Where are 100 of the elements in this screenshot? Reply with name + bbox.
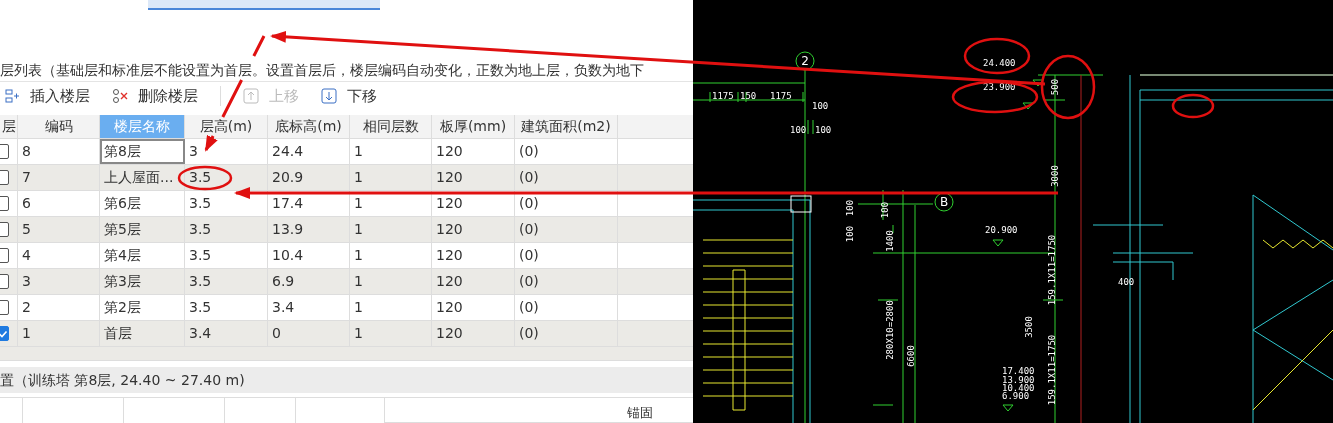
table-cell: 24.4 <box>268 139 350 164</box>
table-cell: 120 <box>432 191 515 216</box>
table-cell: 1 <box>350 191 432 216</box>
table-cell: 1 <box>350 139 432 164</box>
dimension-text: 100 <box>815 125 832 135</box>
annotation-circle <box>1171 93 1215 119</box>
column-header[interactable]: 板厚(mm) <box>432 115 515 138</box>
table-cell: 6 <box>18 191 100 216</box>
table-cell: (0) <box>515 217 618 242</box>
table-cell: 3.5 <box>185 295 268 320</box>
dimension-text: 159.1X11=1750 <box>1047 334 1057 406</box>
column-header[interactable]: 建筑面积(m2) <box>515 115 618 138</box>
table-cell: (0) <box>515 165 618 190</box>
table-cell: (0) <box>515 321 618 346</box>
table-cell: 13.9 <box>268 217 350 242</box>
table-cell: 0 <box>268 321 350 346</box>
description-text: 层列表（基础层和标准层不能设置为首层。设置首层后，楼层编码自动变化，正数为地上层，负数为地下 <box>0 60 645 80</box>
table-cell: 3 <box>185 139 268 164</box>
dimension-text: 6600 <box>906 345 916 367</box>
table-cell: 120 <box>432 269 515 294</box>
table-cell: 3.5 <box>185 243 268 268</box>
dimension-text: 150 <box>740 91 757 101</box>
elevation-text: 23.900 <box>983 82 1016 92</box>
table-cell: 3.4 <box>268 295 350 320</box>
table-cell: 1 <box>350 295 432 320</box>
table-cell: 第2层 <box>100 295 185 320</box>
table-cell: 17.4 <box>268 191 350 216</box>
dimension-text: 1175 <box>712 91 734 101</box>
dimension-text: 1175 <box>770 91 792 101</box>
elevation-text: 20.900 <box>985 225 1018 235</box>
table-cell: 3.4 <box>185 321 268 346</box>
table-cell: 1 <box>350 217 432 242</box>
table-cell: 第3层 <box>100 269 185 294</box>
table-cell: 5 <box>18 217 100 242</box>
dimension-text: 100 <box>812 101 829 111</box>
table-cell: 120 <box>432 217 515 242</box>
toolbar-button[interactable]: 下移 <box>317 84 381 108</box>
table-cell: 3.5 <box>185 165 268 190</box>
insert-icon <box>4 88 20 105</box>
table-cell: (0) <box>515 139 618 164</box>
dimension-text: 3000 <box>1050 165 1060 187</box>
table-cell: 第5层 <box>100 217 185 242</box>
elevation-text: 13.900 <box>1002 375 1035 385</box>
elevation-text: 24.400 <box>983 58 1016 68</box>
column-header[interactable]: 相同层数 <box>350 115 432 138</box>
elevation-text: 10.400 <box>1002 383 1035 393</box>
axis-label: B <box>939 195 949 209</box>
toolbar-button[interactable]: 删除楼层 <box>108 84 202 108</box>
dimension-text: 100 <box>845 199 855 217</box>
table-cell: 2 <box>18 295 100 320</box>
table-cell: 3.5 <box>185 191 268 216</box>
elevation-text: 6.900 <box>1002 391 1030 401</box>
delete-icon <box>112 88 128 105</box>
table-cell: 第6层 <box>100 191 185 216</box>
table-cell: 首层 <box>100 321 185 346</box>
table-cell: 20.9 <box>268 165 350 190</box>
column-header[interactable]: 层 <box>0 115 18 138</box>
table-cell: (0) <box>515 191 618 216</box>
dimension-text: 100 <box>845 225 855 243</box>
table-cell: 1 <box>350 243 432 268</box>
table-cell: 6.9 <box>268 269 350 294</box>
table-cell: 120 <box>432 295 515 320</box>
dimension-text: 100 <box>880 201 890 219</box>
dimension-text: 280X10=2800 <box>885 300 895 360</box>
table-cell: 3 <box>18 269 100 294</box>
table-cell: 1 <box>350 321 432 346</box>
column-header[interactable]: 底标高(m) <box>268 115 350 138</box>
elevation-text: 17.400 <box>1002 366 1035 376</box>
table-cell: 10.4 <box>268 243 350 268</box>
table-cell: 上人屋面... <box>100 165 185 190</box>
column-header[interactable]: 层高(m) <box>185 115 268 138</box>
table-cell: 3.5 <box>185 217 268 242</box>
table-cell: 7 <box>18 165 100 190</box>
table-cell: 第8层 <box>100 139 185 164</box>
toolbar-button[interactable]: 插入楼层 <box>0 84 94 108</box>
status-bar: 置（训练塔 第8层, 24.40 ~ 27.40 m) <box>0 367 693 393</box>
table-cell: 1 <box>350 269 432 294</box>
dimension-text: 400 <box>1118 277 1135 287</box>
annotation-circle <box>177 165 233 191</box>
table-cell: 第4层 <box>100 243 185 268</box>
table-cell: 120 <box>432 139 515 164</box>
table-cell: (0) <box>515 269 618 294</box>
dimension-text: 3500 <box>1024 316 1034 338</box>
table-cell: 8 <box>18 139 100 164</box>
axis-label: 2 <box>801 54 809 68</box>
table-cell: 1 <box>350 165 432 190</box>
table-cell: (0) <box>515 295 618 320</box>
table-cell: 120 <box>432 165 515 190</box>
table-cell: 120 <box>432 321 515 346</box>
dimension-text: 159.1X11=1750 <box>1047 234 1057 306</box>
table-cell: 120 <box>432 243 515 268</box>
table-cell: (0) <box>515 243 618 268</box>
annotation-circle <box>963 37 1031 75</box>
table-cell: 1 <box>18 321 100 346</box>
column-header: 锚固 <box>385 398 693 423</box>
dimension-text: 1400 <box>885 230 895 252</box>
dimension-text: 500 <box>1050 78 1060 96</box>
dimension-text: 100 <box>790 125 807 135</box>
tab-strip[interactable] <box>148 0 380 10</box>
table-cell: 4 <box>18 243 100 268</box>
